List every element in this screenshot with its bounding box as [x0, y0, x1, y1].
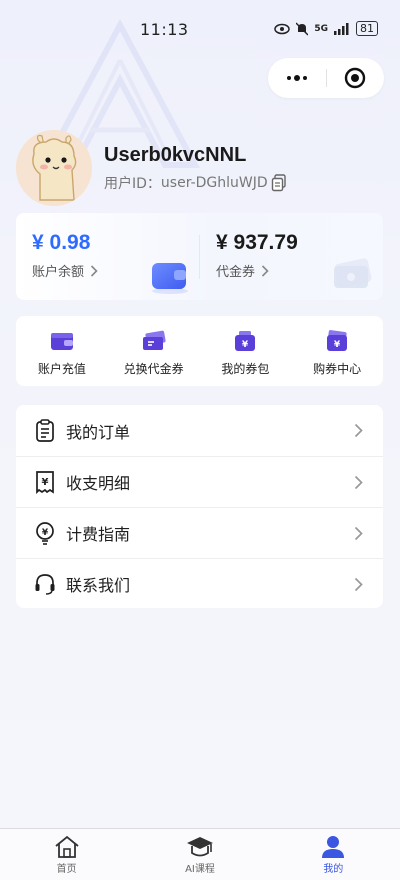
- signal-icon: [334, 22, 349, 35]
- user-id-label: 用户ID：: [104, 175, 161, 192]
- menu-item-orders[interactable]: 我的订单: [16, 405, 383, 456]
- chevron-right-icon: [354, 577, 363, 591]
- menu-item-label: 计费指南: [66, 525, 131, 544]
- billing-guide-icon: ¥: [36, 522, 54, 545]
- receipt-icon: ¥: [36, 471, 54, 494]
- tab-home[interactable]: 首页: [0, 829, 133, 880]
- target-icon: [345, 67, 366, 89]
- tab-mine[interactable]: 我的: [267, 829, 400, 880]
- profile-section: Userb0kvcNNL 用户ID： user-DGhluWJD: [16, 130, 287, 206]
- status-time: 11:13: [140, 20, 189, 39]
- quick-action-recharge[interactable]: 账户充值: [16, 316, 108, 386]
- chevron-right-icon: [354, 475, 363, 489]
- voucher-label: 代金券: [216, 265, 256, 280]
- quick-action-label: 我的券包: [221, 362, 270, 376]
- wallet-3d-icon: [152, 263, 188, 294]
- menu-item-contact[interactable]: 联系我们: [16, 558, 383, 609]
- svg-text:¥: ¥: [242, 340, 249, 350]
- user-id-row: 用户ID： user-DGhluWJD: [104, 173, 287, 193]
- close-miniprogram-button[interactable]: [326, 67, 384, 89]
- network-label: 5G: [314, 23, 328, 34]
- voucher-amount: ¥ 937.79: [216, 231, 298, 254]
- capsule-menu: [268, 58, 384, 98]
- tab-ai-course[interactable]: AI课程: [133, 829, 266, 880]
- quick-action-redeem[interactable]: 兑换代金券: [108, 316, 200, 386]
- headset-icon: [35, 574, 55, 595]
- quick-action-label: 购券中心: [313, 362, 362, 376]
- menu-item-transactions[interactable]: ¥ 收支明细: [16, 456, 383, 507]
- svg-text:¥: ¥: [42, 477, 49, 488]
- voucher-section[interactable]: ¥ 937.79 代金券: [216, 231, 298, 280]
- menu-item-label: 收支明细: [66, 474, 131, 493]
- status-icons: 5G 81: [274, 21, 378, 36]
- status-bar: 11:13 5G 81: [0, 0, 400, 58]
- chevron-right-icon: [354, 526, 363, 540]
- tab-label: 首页: [56, 864, 77, 875]
- quick-action-label: 账户充值: [37, 362, 86, 376]
- quick-action-coupon-center[interactable]: ¥ 购券中心: [291, 316, 383, 386]
- mute-bell-icon: [296, 22, 309, 35]
- voucher-label-row: 代金券: [216, 261, 298, 280]
- svg-text:¥: ¥: [42, 528, 49, 538]
- user-icon: [322, 836, 345, 858]
- graduation-cap-icon: [186, 837, 213, 857]
- tab-label: 我的: [323, 864, 344, 875]
- avatar[interactable]: [16, 130, 92, 206]
- quick-actions-card: 账户充值 兑换代金券 ¥ 我的券包 ¥ 购券中心: [16, 316, 383, 386]
- more-button[interactable]: [268, 75, 326, 81]
- order-icon: [36, 418, 54, 442]
- chevron-right-icon: [90, 264, 98, 277]
- battery-indicator: 81: [356, 21, 378, 36]
- tab-label: AI课程: [185, 864, 215, 875]
- menu-list: 我的订单 ¥ 收支明细 ¥ 计费指南 联系我们: [16, 405, 383, 608]
- quick-action-label: 兑换代金券: [123, 362, 184, 376]
- copy-icon[interactable]: [271, 173, 287, 192]
- balance-label: 账户余额: [32, 265, 85, 280]
- username: Userb0kvcNNL: [104, 143, 247, 166]
- user-id-value: user-DGhluWJD: [160, 174, 268, 191]
- bottom-tab-bar: 首页 AI课程 我的: [0, 828, 400, 880]
- menu-item-label: 联系我们: [66, 576, 131, 595]
- svg-text:¥: ¥: [334, 340, 341, 350]
- eye-icon: [274, 23, 291, 34]
- home-icon: [55, 835, 79, 858]
- balance-amount: ¥ 0.98: [32, 231, 91, 254]
- alpaca-avatar-icon: [16, 130, 92, 206]
- coupon-bag-icon: ¥: [235, 331, 256, 351]
- balance-section[interactable]: ¥ 0.98 账户余额: [32, 231, 98, 280]
- balance-label-row: 账户余额: [32, 261, 98, 280]
- ticket-icon: [142, 330, 166, 350]
- quick-action-my-coupons[interactable]: ¥ 我的券包: [200, 316, 292, 386]
- voucher-deco-icon: [334, 258, 372, 288]
- profile-info: Userb0kvcNNL 用户ID： user-DGhluWJD: [104, 144, 287, 193]
- wallet-card: ¥ 0.98 账户余额 ¥ 937.79 代金券: [16, 213, 383, 300]
- wallet-divider: [199, 235, 200, 279]
- chevron-right-icon: [261, 264, 269, 277]
- menu-item-billing-guide[interactable]: ¥ 计费指南: [16, 507, 383, 558]
- wallet-icon: [50, 333, 73, 350]
- menu-item-label: 我的订单: [66, 422, 131, 442]
- coupon-center-icon: ¥: [327, 330, 348, 351]
- chevron-right-icon: [354, 423, 363, 438]
